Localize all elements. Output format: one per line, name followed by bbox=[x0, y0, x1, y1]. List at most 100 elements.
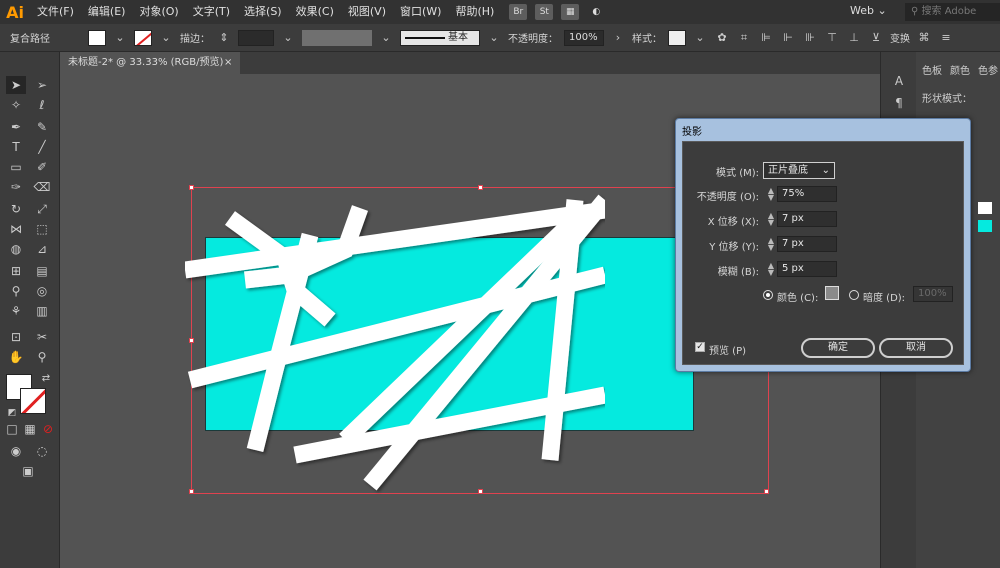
mesh-tool-icon[interactable]: ⊞ bbox=[6, 262, 26, 280]
stroke-label[interactable]: 描边： bbox=[180, 30, 210, 45]
chevron-right-icon[interactable]: › bbox=[610, 30, 626, 46]
paintbrush-tool-icon[interactable]: ✐ bbox=[32, 158, 52, 176]
gradient-mode-icon[interactable]: ▦ bbox=[20, 420, 40, 438]
x-offset-stepper[interactable]: ▲ ▼ bbox=[767, 212, 775, 227]
graphic-style-swatch[interactable] bbox=[668, 29, 686, 46]
swap-fill-stroke-icon[interactable]: ⇄ bbox=[36, 370, 56, 388]
preview-checkbox[interactable]: ✓ bbox=[695, 342, 705, 352]
hand-tool-icon[interactable]: ✋ bbox=[6, 348, 26, 366]
artboard-tool-icon[interactable]: ⊡ bbox=[6, 328, 26, 346]
menu-file[interactable]: 文件(F) bbox=[30, 0, 81, 24]
symbol-sprayer-tool-icon[interactable]: ⚘ bbox=[6, 302, 26, 320]
close-icon[interactable]: × bbox=[224, 52, 232, 74]
perspective-grid-tool-icon[interactable]: ⊿ bbox=[32, 240, 52, 258]
stroke-swatch[interactable] bbox=[134, 29, 152, 46]
screen-mode-icon[interactable]: ▣ bbox=[18, 462, 38, 480]
selection-tool-icon[interactable]: ➤ bbox=[6, 76, 26, 94]
document-setup-icon[interactable]: ⌗ bbox=[736, 30, 752, 46]
color-mode-icon[interactable]: □ bbox=[2, 420, 22, 438]
chevron-down-icon[interactable]: ⌄ bbox=[692, 30, 708, 46]
direct-selection-tool-icon[interactable]: ➢ bbox=[32, 76, 52, 94]
drawing-mode-icon[interactable]: ◉ bbox=[6, 442, 26, 460]
align-right-icon[interactable]: ⊪ bbox=[802, 30, 818, 46]
column-graph-tool-icon[interactable]: ▥ bbox=[32, 302, 52, 320]
shape-builder-tool-icon[interactable]: ◍ bbox=[6, 240, 26, 258]
ok-button[interactable]: 确定 bbox=[801, 338, 875, 358]
menu-edit[interactable]: 编辑(E) bbox=[81, 0, 133, 24]
draw-behind-icon[interactable]: ◌ bbox=[32, 442, 52, 460]
scale-tool-icon[interactable]: ⤢ bbox=[32, 200, 52, 218]
paragraph-panel-icon[interactable]: ¶ bbox=[889, 94, 909, 112]
bridge-icon[interactable]: Br bbox=[509, 4, 528, 20]
variable-width-profile[interactable] bbox=[302, 29, 372, 46]
search-stock-input[interactable]: ⚲ 搜索 Adobe Stock bbox=[905, 3, 1000, 35]
document-tab[interactable]: 未标题-2* @ 33.33% (RGB/预览) × bbox=[60, 52, 240, 74]
x-offset-field[interactable]: 7 px bbox=[777, 211, 837, 227]
layer-thumbnail[interactable] bbox=[978, 202, 992, 214]
stroke-weight-field[interactable] bbox=[238, 29, 274, 46]
align-left-icon[interactable]: ⊫ bbox=[758, 30, 774, 46]
opacity-label[interactable]: 不透明度： bbox=[508, 30, 558, 45]
lasso-tool-icon[interactable]: ℓ bbox=[32, 96, 52, 114]
transform-button[interactable]: 变换 bbox=[890, 30, 910, 45]
arrange-documents-icon[interactable]: ▦ bbox=[561, 4, 580, 20]
recolor-icon[interactable]: ✿ bbox=[714, 30, 730, 46]
magic-wand-tool-icon[interactable]: ✧ bbox=[6, 96, 26, 114]
y-offset-field[interactable]: 7 px bbox=[777, 236, 837, 252]
menu-effect[interactable]: 效果(C) bbox=[289, 0, 341, 24]
type-tool-icon[interactable]: T bbox=[6, 138, 26, 156]
align-center-icon[interactable]: ⊩ bbox=[780, 30, 796, 46]
pen-tool-icon[interactable]: ✒ bbox=[6, 118, 26, 136]
menu-window[interactable]: 窗口(W) bbox=[393, 0, 448, 24]
layer-thumbnail[interactable] bbox=[978, 220, 992, 232]
eyedropper-tool-icon[interactable]: ⚲ bbox=[6, 282, 26, 300]
stroke-weight-stepper[interactable]: ⇕ bbox=[216, 30, 232, 46]
blur-field[interactable]: 5 px bbox=[777, 261, 837, 277]
align-middle-icon[interactable]: ⊥ bbox=[846, 30, 862, 46]
align-bottom-icon[interactable]: ⊻ bbox=[868, 30, 884, 46]
menu-type[interactable]: 文字(T) bbox=[186, 0, 237, 24]
blend-tool-icon[interactable]: ◎ bbox=[32, 282, 52, 300]
none-mode-icon[interactable]: ⊘ bbox=[38, 420, 58, 438]
chevron-down-icon[interactable]: ⌄ bbox=[378, 30, 394, 46]
menu-object[interactable]: 对象(O) bbox=[132, 0, 185, 24]
color-radio[interactable] bbox=[763, 290, 773, 300]
tab-color-guide[interactable]: 色参 bbox=[978, 62, 998, 80]
blur-stepper[interactable]: ▲ ▼ bbox=[767, 262, 775, 277]
gradient-tool-icon[interactable]: ▤ bbox=[32, 262, 52, 280]
chevron-down-icon[interactable]: ⌄ bbox=[158, 30, 174, 46]
isolate-icon[interactable]: ⌘ bbox=[916, 30, 932, 46]
rotate-tool-icon[interactable]: ↻ bbox=[6, 200, 26, 218]
shaper-tool-icon[interactable]: ✑ bbox=[6, 178, 26, 196]
panel-menu-icon[interactable]: ≡ bbox=[938, 30, 954, 46]
eraser-tool-icon[interactable]: ⌫ bbox=[32, 178, 52, 196]
tab-color[interactable]: 颜色 bbox=[950, 62, 970, 80]
opacity-field[interactable]: 75% bbox=[777, 186, 837, 202]
white-lines-artwork[interactable] bbox=[185, 180, 605, 510]
cancel-button[interactable]: 取消 bbox=[879, 338, 953, 358]
stroke-color-box[interactable] bbox=[20, 388, 46, 414]
menu-select[interactable]: 选择(S) bbox=[237, 0, 289, 24]
chevron-down-icon[interactable]: ⌄ bbox=[486, 30, 502, 46]
align-top-icon[interactable]: ⊤ bbox=[824, 30, 840, 46]
zoom-tool-icon[interactable]: ⚲ bbox=[32, 348, 52, 366]
chevron-down-icon[interactable]: ⌄ bbox=[280, 30, 296, 46]
shadow-color-swatch[interactable] bbox=[825, 286, 839, 300]
rectangle-tool-icon[interactable]: ▭ bbox=[6, 158, 26, 176]
brush-definition[interactable]: 基本 bbox=[400, 29, 480, 46]
menu-help[interactable]: 帮助(H) bbox=[448, 0, 501, 24]
mode-dropdown[interactable]: 正片叠底 ⌄ bbox=[763, 162, 835, 179]
tab-swatches[interactable]: 色板 bbox=[922, 62, 942, 80]
line-tool-icon[interactable]: ╱ bbox=[32, 138, 52, 156]
chevron-down-icon[interactable]: ⌄ bbox=[112, 30, 128, 46]
width-tool-icon[interactable]: ⋈ bbox=[6, 220, 26, 238]
workspace-switcher[interactable]: Web ⌄ bbox=[850, 4, 887, 17]
darkness-radio[interactable] bbox=[849, 290, 859, 300]
gpu-performance-icon[interactable]: ◐ bbox=[587, 4, 605, 20]
resize-handle[interactable] bbox=[764, 489, 769, 494]
free-transform-tool-icon[interactable]: ⬚ bbox=[32, 220, 52, 238]
y-offset-stepper[interactable]: ▲ ▼ bbox=[767, 237, 775, 252]
curvature-tool-icon[interactable]: ✎ bbox=[32, 118, 52, 136]
stock-icon[interactable]: St bbox=[535, 4, 554, 20]
fill-swatch[interactable] bbox=[88, 29, 106, 46]
